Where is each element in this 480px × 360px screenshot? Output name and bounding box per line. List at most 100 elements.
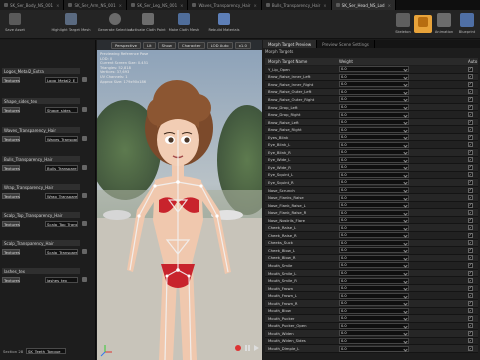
auto-checkbox[interactable]: ✓ bbox=[468, 89, 473, 95]
document-tab-active[interactable]: SK_Ser_Head_NS_Lod × bbox=[331, 0, 396, 10]
weight-field[interactable]: 0.0 bbox=[339, 277, 409, 284]
close-icon[interactable]: × bbox=[119, 3, 122, 8]
table-row[interactable]: Eye_Blink_L 0.0 ✓ bbox=[265, 141, 478, 150]
auto-checkbox[interactable]: ✓ bbox=[468, 81, 473, 87]
browse-icon[interactable] bbox=[82, 277, 87, 282]
auto-checkbox[interactable]: ✓ bbox=[468, 210, 473, 216]
table-row[interactable]: Nose_Scrunch 0.0 ✓ bbox=[265, 186, 478, 195]
table-row[interactable]: Brow_Raise_Right 0.0 ✓ bbox=[265, 126, 478, 134]
auto-checkbox[interactable]: ✓ bbox=[468, 104, 473, 110]
tab-preview-scene-settings[interactable]: Preview Scene Settings bbox=[317, 40, 375, 48]
table-row[interactable]: Brow_Raise_Inner_Left 0.0 ✓ bbox=[265, 73, 478, 82]
auto-checkbox[interactable]: ✓ bbox=[468, 270, 473, 276]
weight-field[interactable]: 0.0 bbox=[339, 322, 409, 329]
table-row[interactable]: Eye_Wide_R 0.0 ✓ bbox=[265, 164, 478, 172]
auto-checkbox[interactable]: ✓ bbox=[468, 172, 473, 178]
lit-button[interactable]: Lit bbox=[143, 41, 156, 49]
table-row[interactable]: Mouth_Frown 0.0 ✓ bbox=[265, 284, 478, 293]
material-type-dropdown[interactable]: Textures bbox=[2, 193, 20, 199]
weight-field[interactable]: 0.0 bbox=[339, 88, 409, 95]
close-icon[interactable]: × bbox=[180, 3, 183, 8]
auto-checkbox[interactable]: ✓ bbox=[468, 202, 473, 208]
weight-field[interactable]: 0.0 bbox=[339, 187, 409, 194]
auto-checkbox[interactable]: ✓ bbox=[468, 308, 473, 314]
auto-checkbox[interactable]: ✓ bbox=[468, 240, 473, 246]
table-row[interactable]: Mouth_Smile_L 0.0 ✓ bbox=[265, 269, 478, 278]
table-row[interactable]: Eye_Blink_R 0.0 ✓ bbox=[265, 149, 478, 157]
weight-field[interactable]: 0.0 bbox=[339, 300, 409, 307]
weight-field[interactable]: 0.0 bbox=[339, 179, 409, 186]
auto-checkbox[interactable]: ✓ bbox=[468, 74, 473, 80]
material-field[interactable]: Shape_sides bbox=[45, 107, 78, 113]
weight-field[interactable]: 0.0 bbox=[339, 156, 409, 163]
weight-field[interactable]: 0.0 bbox=[339, 307, 409, 314]
auto-checkbox[interactable]: ✓ bbox=[468, 346, 473, 351]
weight-field[interactable]: 0.0 bbox=[339, 126, 409, 133]
weight-field[interactable]: 0.0 bbox=[339, 239, 409, 246]
weight-field[interactable]: 0.0 bbox=[339, 66, 409, 73]
preview-viewport[interactable]: Perspective Lit Show Character LOD Auto … bbox=[97, 40, 262, 360]
weight-field[interactable]: 0.0 bbox=[339, 217, 409, 224]
material-type-dropdown[interactable]: Textures bbox=[2, 249, 20, 255]
table-row[interactable]: Eyes_Blink 0.0 ✓ bbox=[265, 133, 478, 142]
table-row[interactable]: Nose_Flank_Raise_R 0.0 ✓ bbox=[265, 209, 478, 217]
highlight-target-mesh-button[interactable]: Highlight Target Mesh bbox=[50, 13, 92, 37]
browse-icon[interactable] bbox=[82, 221, 87, 226]
perspective-button[interactable]: Perspective bbox=[111, 41, 141, 49]
table-row[interactable]: Mouth_Widen_Sides 0.0 ✓ bbox=[265, 337, 478, 346]
table-row[interactable]: Nose_Nostrils_Flare 0.0 ✓ bbox=[265, 216, 478, 225]
weight-field[interactable]: 0.0 bbox=[339, 134, 409, 141]
weight-field[interactable]: 0.0 bbox=[339, 209, 409, 216]
material-field[interactable]: Scalp_Top_Transp bbox=[45, 221, 78, 227]
weight-field[interactable]: 0.0 bbox=[339, 315, 409, 322]
auto-checkbox[interactable]: ✓ bbox=[468, 142, 473, 148]
material-field[interactable]: Wrap_Transpare bbox=[45, 193, 78, 199]
browse-icon[interactable] bbox=[82, 77, 87, 82]
weight-field[interactable]: 0.0 bbox=[339, 73, 409, 80]
weight-field[interactable]: 0.0 bbox=[339, 119, 409, 126]
weight-field[interactable]: 0.0 bbox=[339, 270, 409, 277]
record-icon[interactable] bbox=[235, 345, 241, 351]
auto-checkbox[interactable]: ✓ bbox=[468, 285, 473, 291]
weight-field[interactable]: 0.0 bbox=[339, 262, 409, 269]
material-type-dropdown[interactable]: Textures bbox=[2, 165, 20, 171]
document-tab[interactable]: Waves_Transparency_Hair × bbox=[188, 0, 262, 10]
weight-field[interactable]: 0.0 bbox=[339, 254, 409, 261]
weight-field[interactable]: 0.0 bbox=[339, 292, 409, 299]
table-row[interactable]: Mouth_Widen 0.0 ✓ bbox=[265, 330, 478, 338]
column-name-header[interactable]: Morph Target Name bbox=[265, 59, 339, 64]
auto-checkbox[interactable]: ✓ bbox=[468, 330, 473, 336]
mode-skeleton-button[interactable]: Skeleton bbox=[393, 13, 413, 37]
table-row[interactable]: Mouth_Smile_R 0.0 ✓ bbox=[265, 277, 478, 285]
weight-field[interactable]: 0.0 bbox=[339, 111, 409, 118]
weight-field[interactable]: 0.0 bbox=[339, 337, 409, 344]
rebuild-materials-button[interactable]: Rebuild Materials bbox=[204, 13, 244, 37]
table-row[interactable]: Eye_Wide_L 0.0 ✓ bbox=[265, 156, 478, 165]
auto-checkbox[interactable]: ✓ bbox=[468, 247, 473, 253]
table-row[interactable]: Brow_Raise_Left 0.0 ✓ bbox=[265, 118, 478, 127]
auto-checkbox[interactable]: ✓ bbox=[468, 149, 473, 155]
auto-checkbox[interactable]: ✓ bbox=[468, 112, 473, 118]
table-row[interactable]: Brow_Raise_Outer_Right 0.0 ✓ bbox=[265, 96, 478, 104]
table-row[interactable]: Eye_Squint_L 0.0 ✓ bbox=[265, 171, 478, 180]
column-auto-header[interactable]: Auto bbox=[468, 59, 477, 64]
table-row[interactable]: Brow_Drop_Left 0.0 ✓ bbox=[265, 103, 478, 112]
table-row[interactable]: Brow_Raise_Inner_Right 0.0 ✓ bbox=[265, 81, 478, 89]
character-button[interactable]: Character bbox=[177, 41, 205, 49]
material-field[interactable]: Scalp_Transpare bbox=[45, 249, 78, 255]
auto-checkbox[interactable]: ✓ bbox=[468, 225, 473, 231]
auto-checkbox[interactable]: ✓ bbox=[468, 278, 473, 284]
table-row[interactable]: Y_Lip_Open 0.0 ✓ bbox=[265, 66, 478, 74]
table-row[interactable]: Cheek_Raise_L 0.0 ✓ bbox=[265, 224, 478, 233]
lod-button[interactable]: LOD Auto bbox=[206, 41, 233, 49]
table-row[interactable]: Mouth_Frown_R 0.0 ✓ bbox=[265, 299, 478, 308]
material-field[interactable]: lashes_tex bbox=[45, 277, 78, 283]
weight-field[interactable]: 0.0 bbox=[339, 345, 409, 352]
table-row[interactable]: Cheek_Blow_L 0.0 ✓ bbox=[265, 247, 478, 255]
mode-animation-button[interactable]: Animation bbox=[434, 13, 454, 37]
auto-checkbox[interactable]: ✓ bbox=[468, 232, 473, 238]
weight-field[interactable]: 0.0 bbox=[339, 247, 409, 254]
auto-checkbox[interactable]: ✓ bbox=[468, 187, 473, 193]
material-type-dropdown[interactable]: Textures bbox=[2, 77, 20, 83]
weight-field[interactable]: 0.0 bbox=[339, 164, 409, 171]
